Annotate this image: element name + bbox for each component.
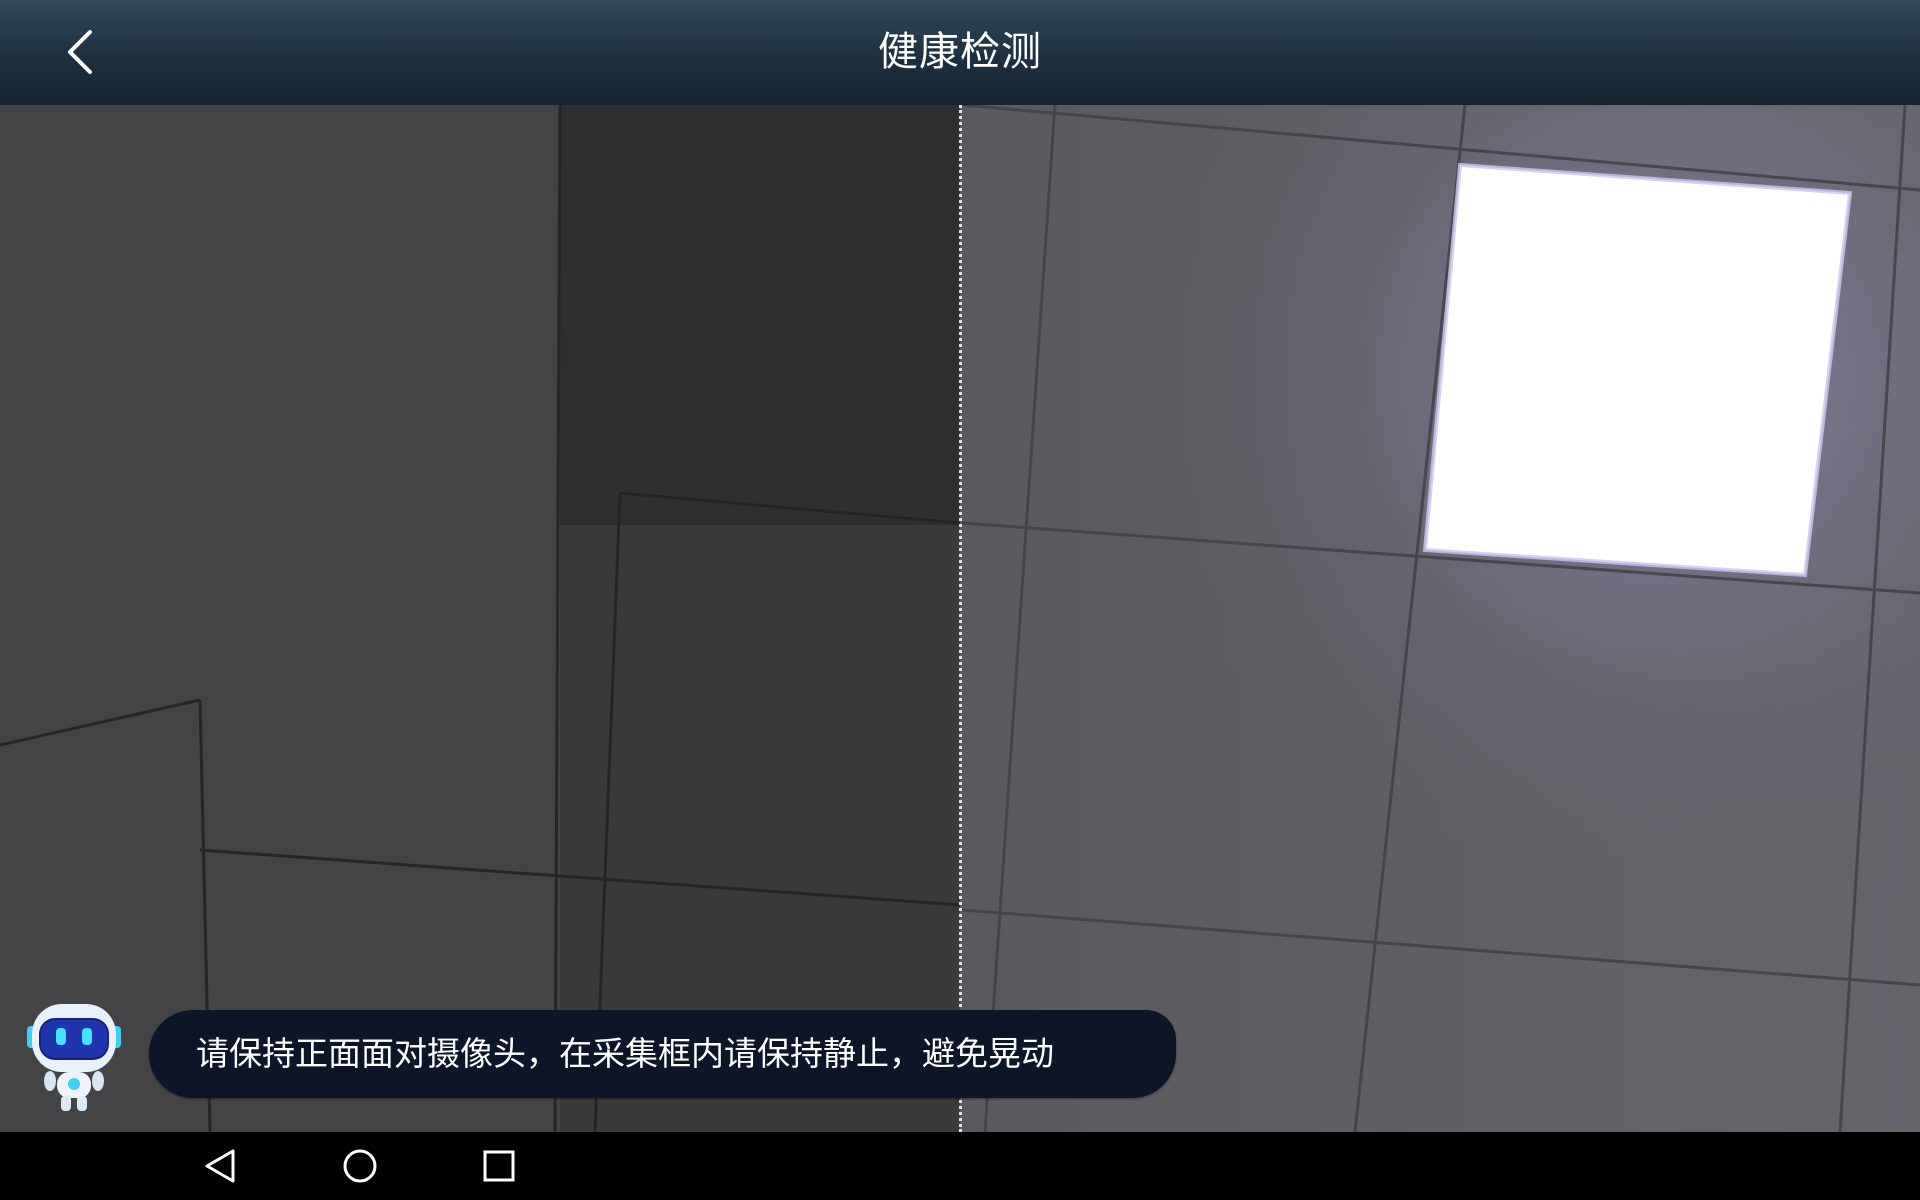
nav-home-button[interactable] [330, 1140, 390, 1192]
capture-divider-line [959, 105, 962, 1132]
nav-recents-button[interactable] [469, 1140, 529, 1192]
robot-mascot-icon [24, 996, 124, 1116]
instruction-message-text: 请保持正面面对摄像头，在采集框内请保持静止，避免晃动 [196, 1034, 1054, 1073]
health-check-screen: 健康检测 请保持正面面对摄像头，在采集框内请保持静止，避免晃动 [0, 0, 1920, 1200]
nav-back-button[interactable] [190, 1140, 250, 1192]
page-title: 健康检测 [878, 29, 1042, 75]
instruction-message-bubble: 请保持正面面对摄像头，在采集框内请保持静止，避免晃动 [149, 1010, 1176, 1098]
system-navigation-bar [0, 1132, 1920, 1200]
title-bar: 健康检测 [0, 0, 1920, 105]
triangle-back-icon [205, 1149, 235, 1183]
circle-home-icon [343, 1149, 377, 1183]
square-recents-icon [483, 1150, 515, 1182]
camera-preview [0, 105, 1920, 1132]
